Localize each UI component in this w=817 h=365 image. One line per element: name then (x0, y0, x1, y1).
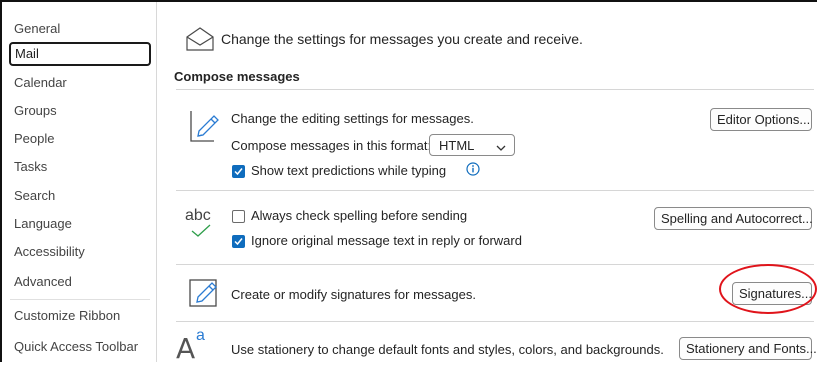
sidebar-item-tasks[interactable]: Tasks (9, 155, 151, 179)
editor-options-button[interactable]: Editor Options... (710, 108, 812, 131)
sidebar-separator (10, 299, 150, 300)
envelope-icon (185, 26, 215, 55)
compose-format-select[interactable]: HTML (429, 134, 515, 156)
sidebar-item-people[interactable]: People (9, 127, 151, 151)
section-title-compose: Compose messages (174, 69, 300, 84)
sidebar-item-customize-ribbon[interactable]: Customize Ribbon (9, 304, 151, 328)
sidebar-item-groups[interactable]: Groups (9, 99, 151, 123)
editing-description: Change the editing settings for messages… (231, 111, 474, 126)
show-predictions-label: Show text predictions while typing (251, 163, 447, 178)
check-mark-icon (191, 224, 211, 241)
edit-pen-icon (188, 108, 220, 147)
block-divider (176, 264, 814, 265)
sidebar-item-calendar[interactable]: Calendar (9, 71, 151, 95)
sidebar-item-search[interactable]: Search (9, 184, 151, 208)
options-sidebar: General Mail Calendar Groups People Task… (2, 2, 157, 362)
stationery-icon-letter: A (176, 332, 196, 365)
sidebar-item-general[interactable]: General (9, 17, 151, 41)
block-divider (176, 190, 814, 191)
stationery-description: Use stationery to change default fonts a… (231, 342, 664, 357)
section-divider (176, 89, 814, 90)
page-header-text: Change the settings for messages you cre… (221, 31, 583, 47)
stationery-icon-superscript: a (196, 327, 205, 344)
sidebar-item-accessibility[interactable]: Accessibility (9, 240, 151, 264)
ignore-original-text-label: Ignore original message text in reply or… (251, 233, 522, 248)
sidebar-item-quick-access-toolbar[interactable]: Quick Access Toolbar (9, 335, 151, 359)
sidebar-item-mail[interactable]: Mail (9, 42, 151, 66)
ignore-original-text-checkbox[interactable] (232, 235, 245, 248)
mail-options-pane: Change the settings for messages you cre… (158, 2, 817, 365)
spelling-autocorrect-button[interactable]: Spelling and Autocorrect... (654, 207, 813, 230)
compose-format-label: Compose messages in this format: (231, 138, 432, 153)
always-check-spelling-label: Always check spelling before sending (251, 208, 468, 223)
block-divider (176, 321, 814, 322)
signatures-button[interactable]: Signatures... (732, 282, 812, 305)
abc-spelling-icon-text: abc (185, 207, 211, 224)
compose-format-value: HTML (439, 138, 475, 153)
sidebar-item-language[interactable]: Language (9, 212, 151, 236)
sidebar-item-advanced[interactable]: Advanced (9, 270, 151, 294)
chevron-down-icon (496, 140, 506, 155)
signatures-description: Create or modify signatures for messages… (231, 287, 476, 302)
show-predictions-checkbox[interactable] (232, 165, 245, 178)
signature-pen-icon (188, 276, 220, 313)
stationery-fonts-button[interactable]: Stationery and Fonts... (679, 337, 817, 360)
always-check-spelling-checkbox[interactable] (232, 210, 245, 223)
info-icon[interactable] (466, 162, 480, 179)
